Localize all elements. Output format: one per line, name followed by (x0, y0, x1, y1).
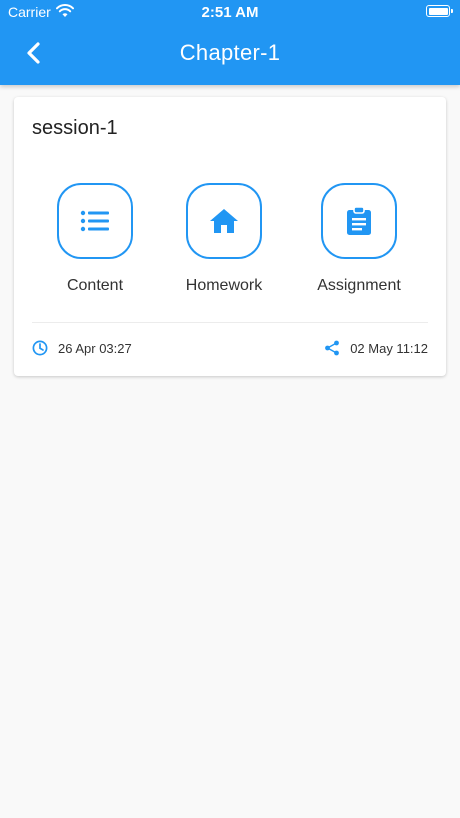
shared-date-text: 02 May 11:12 (350, 340, 428, 356)
homework-button[interactable] (186, 183, 262, 259)
clock-icon (32, 340, 48, 356)
content-button[interactable] (57, 183, 133, 259)
share-icon[interactable] (324, 340, 340, 356)
home-icon (210, 209, 238, 233)
app-bar: Carrier 2:51 AM Chapter-1 (0, 0, 460, 85)
status-time: 2:51 AM (201, 4, 259, 21)
status-bar: Carrier 2:51 AM (0, 0, 460, 24)
page-title: Chapter-1 (179, 40, 281, 65)
assignment-label: Assignment (317, 277, 401, 294)
assignment-action[interactable]: Assignment (299, 183, 419, 295)
battery-icon (426, 5, 453, 17)
card-divider (32, 322, 428, 323)
content-label: Content (66, 277, 124, 294)
list-icon (80, 210, 109, 232)
session-card: session-1 Content Homework Assignment 26… (14, 97, 446, 376)
created-date-text: 26 Apr 03:27 (58, 340, 132, 356)
content-action[interactable]: Content (35, 183, 155, 295)
session-title: session-1 (32, 117, 118, 139)
assignment-button[interactable] (321, 183, 397, 259)
clipboard-icon (347, 206, 371, 235)
shared-date[interactable]: 02 May 11:12 (324, 340, 428, 356)
homework-label: Homework (185, 277, 263, 294)
homework-action[interactable]: Homework (164, 183, 284, 295)
created-date: 26 Apr 03:27 (32, 340, 132, 356)
